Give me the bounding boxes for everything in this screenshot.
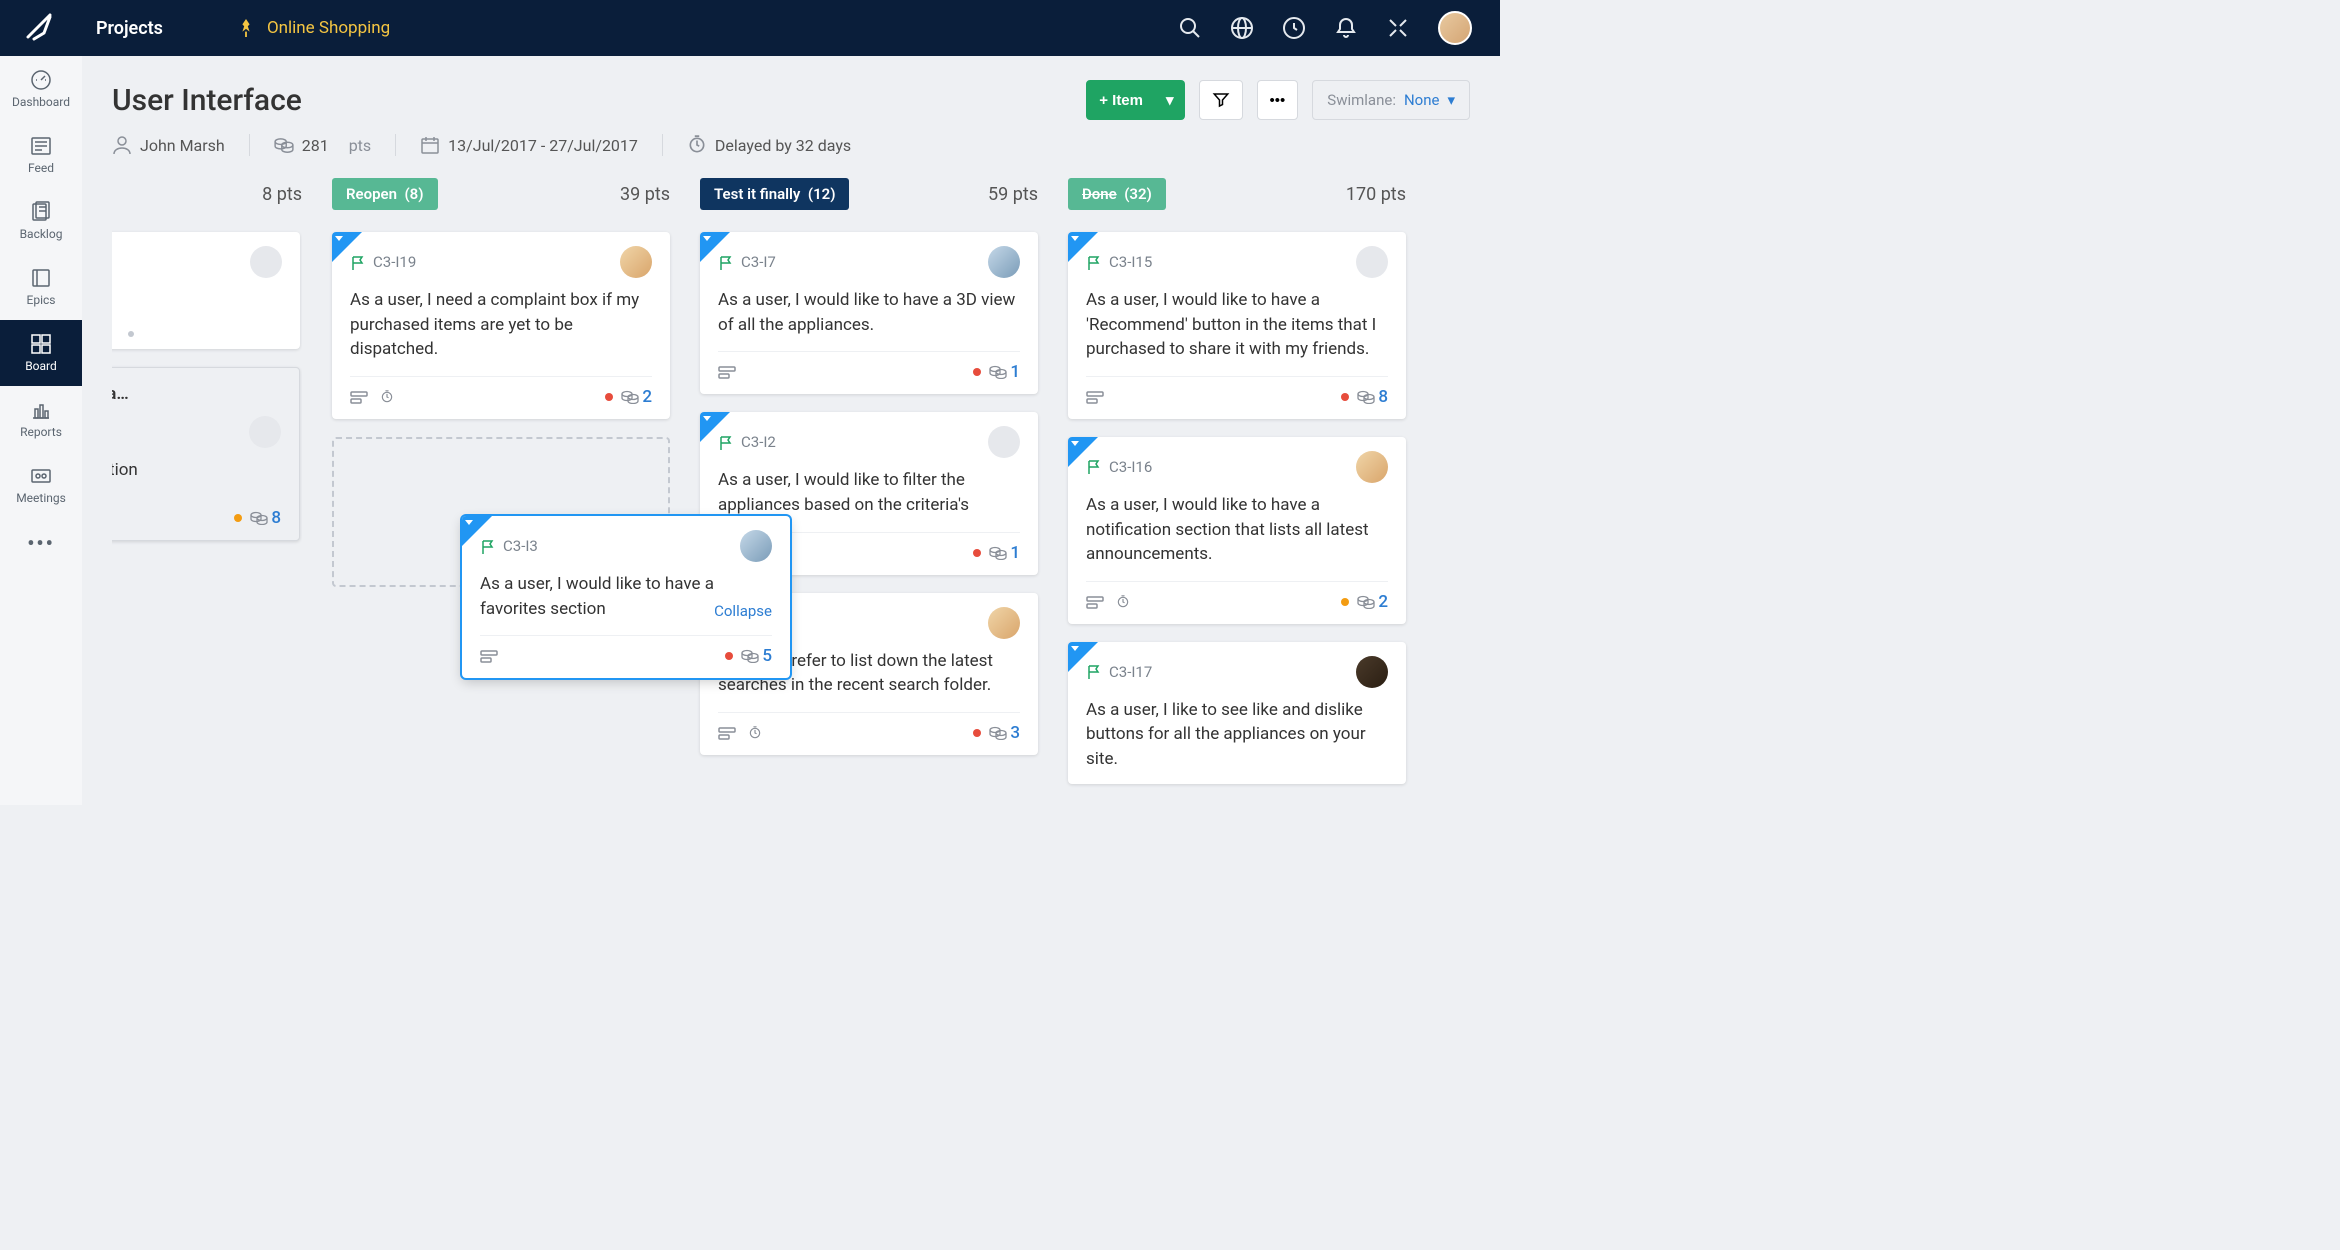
card-avatar [988,426,1020,458]
breadcrumb-project[interactable]: Online Shopping [193,17,390,39]
card-peek-1[interactable]: …rts [112,232,300,349]
card-corner-icon [1068,437,1098,467]
sprint-dates: 13/Jul/2017 ‐ 27/Jul/2017 [420,135,638,155]
sidebar-item-backlog[interactable]: Backlog [0,188,82,254]
card-corner-icon [462,516,492,546]
collapse-link[interactable]: Collapse [714,601,772,623]
coins-icon [621,390,639,404]
column-reopen: Reopen (8) 39 pts C3-I19 As a user, I ne… [332,176,670,796]
project-name: Online Shopping [267,18,390,38]
calendar-icon [420,135,440,155]
card-avatar [988,607,1020,639]
coins-icon [250,511,268,525]
board-icon [30,333,52,355]
meeting-icon [30,465,52,487]
column-test: Test it finally (12) 59 pts C3-I7 As a u… [700,176,1038,796]
sprint-delay: Delayed by 32 days [687,135,851,155]
card-peek-2[interactable]: … would like to ha… + …or favorites sect… [112,367,300,541]
card-avatar [250,246,282,278]
filter-button[interactable] [1199,80,1243,120]
search-icon[interactable] [1178,16,1202,40]
sidebar-item-meetings[interactable]: Meetings [0,452,82,518]
card-avatar [740,530,772,562]
column-title[interactable]: Done (32) [1068,178,1166,210]
card[interactable]: C3-I7 As a user, I would like to have a … [700,232,1038,394]
card-avatar [1356,451,1388,483]
card-corner-icon [700,412,730,442]
card-avatar [1356,246,1388,278]
subtasks-icon [718,365,736,379]
backlog-icon [30,201,52,223]
main-panel: User Interface + Item ▾ ••• Swimlane: No… [82,56,1500,805]
subtasks-icon [718,726,736,740]
subtasks-icon [480,649,498,663]
timer-icon [746,726,764,740]
gauge-icon [30,69,52,91]
sidebar-item-feed[interactable]: Feed [0,122,82,188]
card-avatar [620,246,652,278]
sprint-owner: John Marsh [112,135,225,155]
coins-icon [1357,595,1375,609]
coins-icon [274,135,294,155]
user-avatar[interactable] [1438,11,1472,45]
epics-icon [30,267,52,289]
feed-icon [30,135,52,157]
chevron-down-icon: ▾ [1447,91,1455,109]
add-item-button[interactable]: + Item [1086,80,1156,120]
sidebar-item-board[interactable]: Board [0,320,82,386]
user-icon [112,135,132,155]
column-done: Done (32) 170 pts C3-I15 As a user, I wo… [1068,176,1406,796]
sidebar-item-epics[interactable]: Epics [0,254,82,320]
breadcrumb-projects[interactable]: Projects [82,0,193,56]
card-corner-icon [1068,642,1098,672]
add-item-dropdown[interactable]: ▾ [1156,80,1185,120]
page-title: User Interface [112,83,1072,118]
chart-icon [30,399,52,421]
filter-icon [1212,91,1230,109]
column-title[interactable]: Reopen (8) [332,178,438,210]
card-corner-icon [700,232,730,262]
coins-icon [989,365,1007,379]
card-avatar [1356,656,1388,688]
swimlane-selector[interactable]: Swimlane: None ▾ [1312,80,1470,120]
app-logo[interactable] [0,11,82,45]
sidebar-item-dashboard[interactable]: Dashboard [0,56,82,122]
coins-icon [741,649,759,663]
timer-icon [378,390,396,404]
column-hidden-left: 8 pts …rts … would like to ha… + …or fav… [112,176,302,796]
subtasks-icon [1086,390,1104,404]
clock-icon[interactable] [1282,16,1306,40]
column-title[interactable]: Test it finally (12) [700,178,849,210]
card[interactable]: C3-I19 As a user, I need a complaint box… [332,232,670,419]
kanban-board: 8 pts …rts … would like to ha… + …or fav… [112,176,1500,796]
card[interactable]: C3-I16 As a user, I would like to have a… [1068,437,1406,624]
add-item-group: + Item ▾ [1086,80,1184,120]
card[interactable]: C3-I17 As a user, I like to see like and… [1068,642,1406,784]
pin-icon [237,17,255,39]
more-button[interactable]: ••• [1257,80,1299,120]
card-avatar [988,246,1020,278]
globe-icon[interactable] [1230,16,1254,40]
sidebar-item-more[interactable]: ••• [0,518,82,568]
timer-icon [1114,595,1132,609]
subtasks-icon [350,390,368,404]
tools-icon[interactable] [1386,16,1410,40]
coins-icon [989,726,1007,740]
sprint-points: 281 pts [274,135,371,155]
topbar: Projects Online Shopping [0,0,1500,56]
bell-icon[interactable] [1334,16,1358,40]
card-corner-icon [1068,232,1098,262]
card[interactable]: C3-I15 As a user, I would like to have a… [1068,232,1406,419]
sidebar: Dashboard Feed Backlog Epics Board Repor… [0,56,82,805]
sprint-meta: John Marsh 281 pts 13/Jul/2017 ‐ 27/Jul/… [112,134,1500,156]
subtasks-icon [1086,595,1104,609]
coins-icon [989,546,1007,560]
timer-icon [687,135,707,155]
card-avatar [249,416,281,448]
coins-icon [1357,390,1375,404]
card-corner-icon [332,232,362,262]
dragging-card[interactable]: C3-I3 As a user, I would like to have a … [462,516,790,678]
sidebar-item-reports[interactable]: Reports [0,386,82,452]
